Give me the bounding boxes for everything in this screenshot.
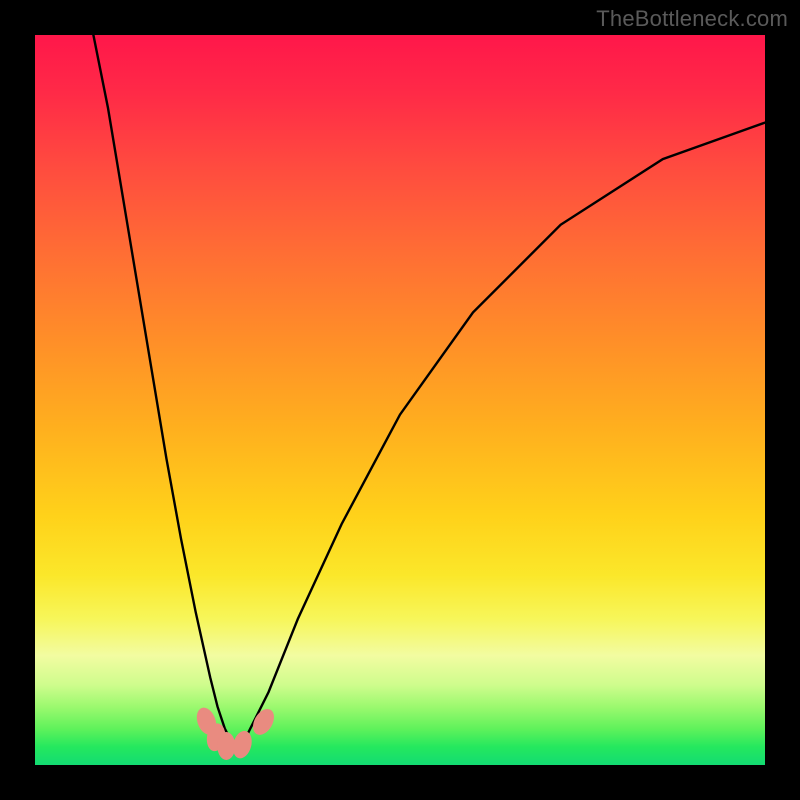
curve-markers (193, 705, 278, 760)
plot-area (35, 35, 765, 765)
chart-frame: TheBottleneck.com (0, 0, 800, 800)
watermark-text: TheBottleneck.com (596, 6, 788, 32)
curve-marker (217, 732, 235, 760)
bottleneck-curve-path (93, 35, 765, 743)
curve-marker (230, 729, 255, 761)
bottleneck-curve-svg (35, 35, 765, 765)
